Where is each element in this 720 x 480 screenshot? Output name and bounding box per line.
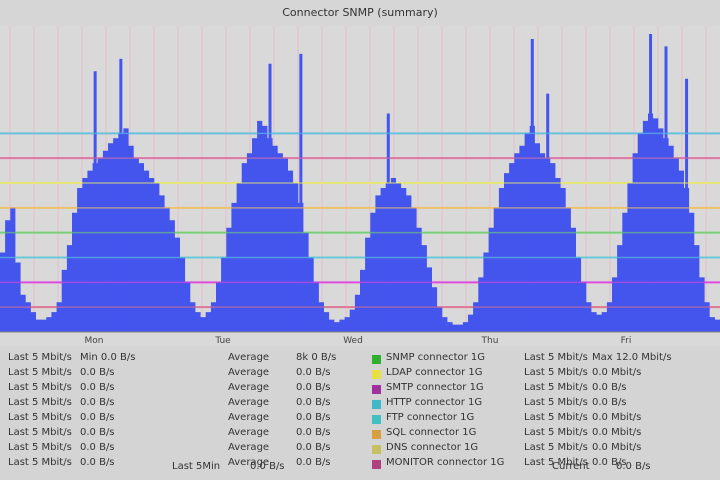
legend-col-rate-label: Last 5 Mbit/s [524, 352, 588, 363]
legend-col-value: 0.0 B/s [80, 367, 115, 378]
legend-col-label: Last 5 Mbit/s [8, 442, 72, 453]
legend-col-stat-label: Average [228, 412, 270, 423]
legend-col-rate-label: Last 5 Mbit/s [524, 382, 588, 393]
footer-left-label: Last 5Min [172, 461, 221, 472]
legend-col-rate-label: Last 5 Mbit/s [524, 397, 588, 408]
legend-row: Last 5 Mbit/s 0.0 B/s Average 0.0 B/s Last 5… [0, 412, 720, 427]
legend-col-stat-label: Average [228, 427, 270, 438]
legend-col-label: Last 5 Mbit/s [8, 397, 72, 408]
x-tick-label: Wed [343, 336, 363, 346]
x-tick-label: Mon [85, 336, 104, 346]
legend-row: Last 5 Mbit/s 0.0 B/s Average 0.0 B/s Last 5… [0, 442, 720, 457]
legend-col-value: Min 0.0 B/s [80, 352, 136, 363]
legend-col-stat-value: 0.0 B/s [296, 382, 331, 393]
legend-series-name: HTTP connector 1G [386, 397, 483, 408]
chart-title: Connector SNMP (summary) [0, 0, 720, 26]
legend-col-value: 0.0 B/s [80, 442, 115, 453]
legend-col-label: Last 5 Mbit/s [8, 352, 72, 363]
legend-swatch [372, 370, 381, 379]
legend-col-rate-label: Last 5 Mbit/s [524, 412, 588, 423]
legend-col-stat-value: 0.0 B/s [296, 412, 331, 423]
x-tick-label: Fri [621, 336, 632, 346]
legend-col-stat-label: Average [228, 397, 270, 408]
legend-swatch [372, 415, 381, 424]
legend-col-label: Last 5 Mbit/s [8, 367, 72, 378]
footer-right-label: Current [552, 461, 590, 472]
legend-col-stat-label: Average [228, 442, 270, 453]
legend-col-label: Last 5 Mbit/s [8, 382, 72, 393]
footer-right-value: 0.0 B/s [616, 461, 651, 472]
footer-summary: Last 5Min 0.0 B/s Current 0.0 B/s [0, 459, 720, 477]
legend-row: Last 5 Mbit/s 0.0 B/s Average 0.0 B/s Last 5… [0, 382, 720, 397]
legend-col-rate-label: Last 5 Mbit/s [524, 367, 588, 378]
legend-row: Last 5 Mbit/s 0.0 B/s Average 0.0 B/s Last 5… [0, 367, 720, 382]
legend-col-stat-label: Average [228, 352, 270, 363]
x-tick-label: Thu [481, 336, 499, 346]
legend-col-stat-value: 0.0 B/s [296, 427, 331, 438]
legend-col-stat-value: 0.0 B/s [296, 397, 331, 408]
legend-swatch [372, 355, 381, 364]
legend-col-rate-label: Last 5 Mbit/s [524, 442, 588, 453]
legend-col-rate-value: Max 12.0 Mbit/s [592, 352, 672, 363]
legend-col-value: 0.0 B/s [80, 427, 115, 438]
legend-col-label: Last 5 Mbit/s [8, 412, 72, 423]
footer-left-value: 0.0 B/s [250, 461, 285, 472]
legend-series-name: SNMP connector 1G [386, 352, 486, 363]
legend-col-rate-value: 0.0 B/s [592, 397, 627, 408]
legend-series-name: DNS connector 1G [386, 442, 479, 453]
legend-row: Last 5 Mbit/s 0.0 B/s Average 0.0 B/s Last 5… [0, 397, 720, 412]
legend-col-stat-value: 8k 0 B/s [296, 352, 337, 363]
legend-col-value: 0.0 B/s [80, 412, 115, 423]
legend-col-stat-value: 0.0 B/s [296, 367, 331, 378]
legend-col-rate-value: 0.0 Mbit/s [592, 427, 642, 438]
legend-series-name: FTP connector 1G [386, 412, 475, 423]
legend-col-stat-value: 0.0 B/s [296, 442, 331, 453]
legend-col-rate-label: Last 5 Mbit/s [524, 427, 588, 438]
legend-col-rate-value: 0.0 Mbit/s [592, 442, 642, 453]
legend-series-name: SMTP connector 1G [386, 382, 484, 393]
legend-col-value: 0.0 B/s [80, 382, 115, 393]
legend-col-rate-value: 0.0 Mbit/s [592, 412, 642, 423]
legend-series-name: SQL connector 1G [386, 427, 477, 438]
legend-swatch [372, 430, 381, 439]
legend-row: Last 5 Mbit/s 0.0 B/s Average 0.0 B/s Last 5… [0, 427, 720, 442]
legend-col-label: Last 5 Mbit/s [8, 427, 72, 438]
legend-series-name: LDAP connector 1G [386, 367, 483, 378]
legend-swatch [372, 445, 381, 454]
legend-swatch [372, 385, 381, 394]
traffic-area-chart: Mon Tue Wed Thu Fri [0, 26, 720, 346]
legend-col-rate-value: 0.0 Mbit/s [592, 367, 642, 378]
legend-col-value: 0.0 B/s [80, 397, 115, 408]
chart-window: Connector SNMP (summary) Mon Tue Wed Thu Fri… [0, 0, 720, 480]
legend-col-rate-value: 0.0 B/s [592, 382, 627, 393]
x-tick-label: Tue [214, 336, 231, 346]
legend-col-stat-label: Average [228, 382, 270, 393]
legend-swatch [372, 400, 381, 409]
legend-col-stat-label: Average [228, 367, 270, 378]
legend-row: Last 5 Mbit/s Min 0.0 B/s Average 8k 0 B/s L… [0, 352, 720, 367]
